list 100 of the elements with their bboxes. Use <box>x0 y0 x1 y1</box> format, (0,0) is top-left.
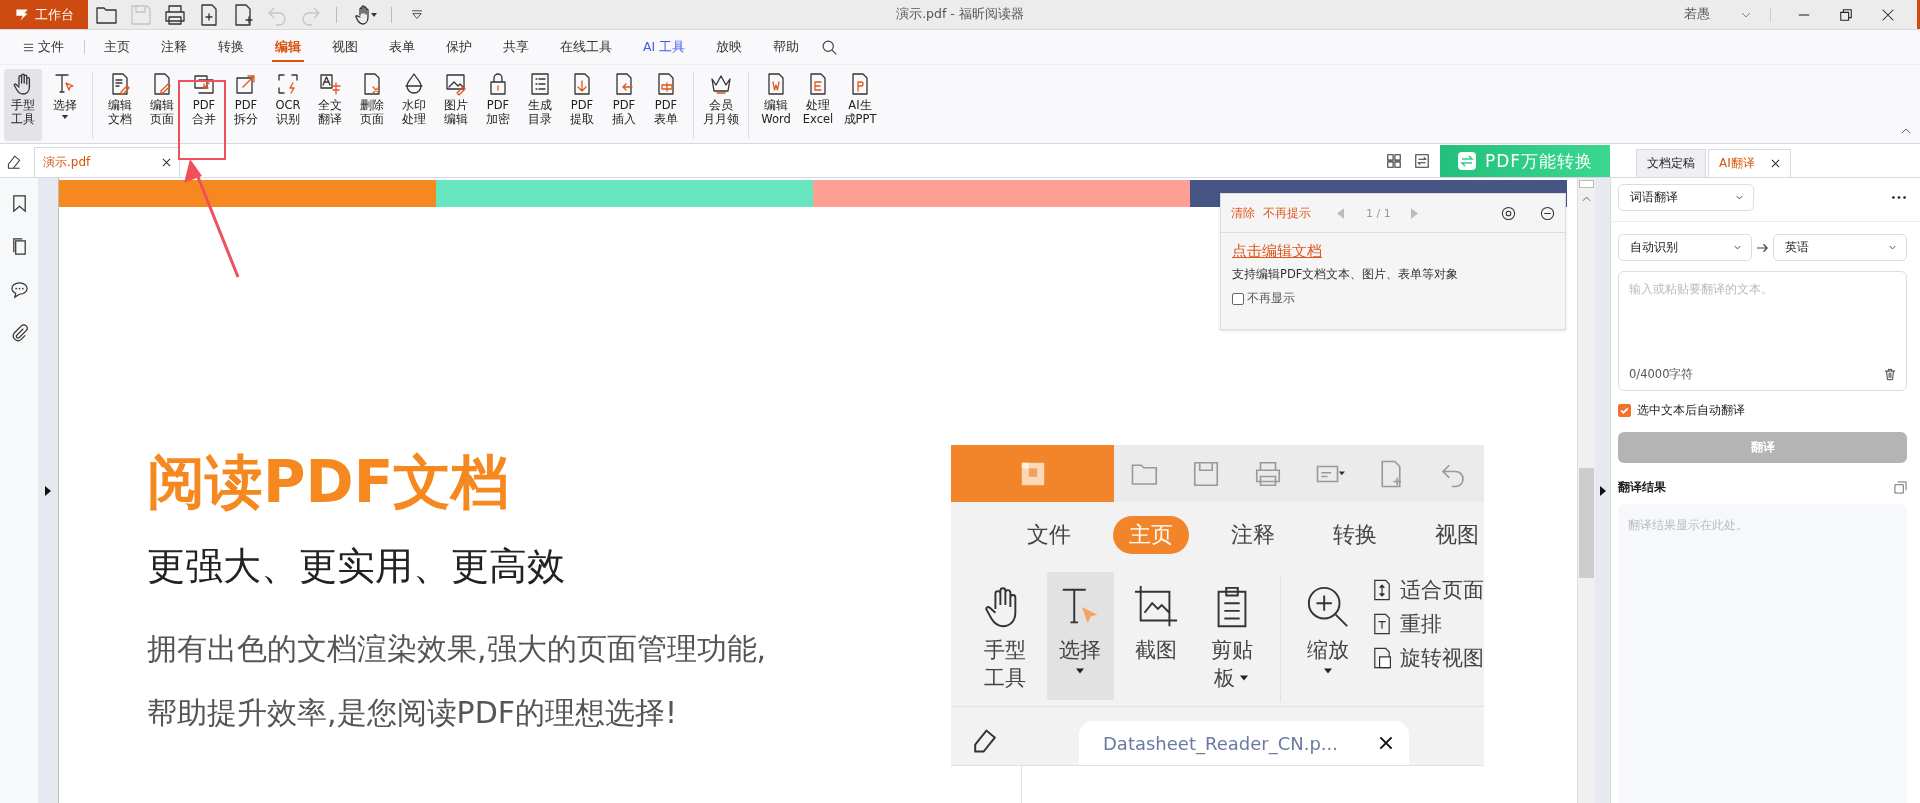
popup-description: 支持编辑PDF文档文本、图片、表单等对象 <box>1232 267 1460 282</box>
more-icon[interactable] <box>1891 195 1907 200</box>
swap-icon[interactable] <box>1414 153 1430 169</box>
ribbon-button[interactable]: PDF 加密 <box>479 69 517 141</box>
result-box: 翻译结果显示在此处。 <box>1618 504 1907 803</box>
tab-label: 转换 <box>1332 521 1378 549</box>
tab-label: 注释 <box>1230 521 1276 549</box>
image-edit-icon <box>444 72 468 96</box>
window-title: 演示.pdf - 福昕阅读器 <box>896 6 1024 23</box>
merge-icon <box>192 72 216 96</box>
tool-label: 手型 <box>983 637 1026 664</box>
menu-tab[interactable]: 转换 <box>207 30 255 64</box>
document-subheading: 更强大、更实用、更高效 <box>147 543 565 590</box>
document-paragraph: 拥有出色的文档渲染效果,强大的页面管理功能, 帮助提升效率,是您阅读PDF的理想选择! <box>147 630 767 732</box>
ribbon-button[interactable]: 编辑 Word <box>757 69 795 141</box>
convert-icon <box>1456 151 1477 171</box>
grid-icon[interactable] <box>1386 153 1402 169</box>
menu-tab[interactable]: 视图 <box>321 30 369 64</box>
tool-label: 剪贴 <box>1210 637 1253 664</box>
panel-tab[interactable]: 文档定稿 <box>1636 149 1706 177</box>
menu-tab[interactable]: 编辑 <box>264 30 312 64</box>
caret-icon <box>1323 668 1334 675</box>
menu-tab[interactable]: 共享 <box>492 30 540 64</box>
comment-icon[interactable] <box>9 280 29 299</box>
split-icon <box>234 72 258 96</box>
maximize-icon[interactable] <box>1839 7 1853 22</box>
menu-tab[interactable]: 在线工具 <box>549 30 623 64</box>
ribbon-button[interactable]: PDF 拆分 <box>227 69 265 141</box>
minimize-icon[interactable] <box>1540 205 1555 221</box>
text-input[interactable]: 输入或粘贴要翻译的文本。 <box>1629 282 1896 367</box>
panel-tab[interactable]: AI翻译 <box>1708 149 1791 177</box>
ribbon-button[interactable]: PDF 合并 <box>185 69 223 141</box>
ribbon-button[interactable]: 删除 页面 <box>353 69 391 141</box>
tab-label: 视图 <box>1434 521 1480 549</box>
workbench-button[interactable]: 工作台 <box>0 0 88 29</box>
close-icon[interactable] <box>1881 7 1895 22</box>
ribbon-button[interactable]: 水印 处理 <box>395 69 433 141</box>
caret-icon <box>1239 674 1250 682</box>
ribbon-button[interactable]: 编辑 页面 <box>143 69 181 141</box>
menu-tab[interactable]: 主页 <box>93 30 141 64</box>
edit-document-link[interactable]: 点击编辑文档 <box>1232 242 1322 260</box>
tab-label: 文件 <box>1026 521 1072 549</box>
vertical-scrollbar[interactable] <box>1577 178 1595 803</box>
ribbon-button[interactable]: 选择 <box>46 69 84 141</box>
ribbon-button[interactable]: 手型 工具 <box>4 69 42 141</box>
caret-icon <box>61 115 69 120</box>
tool-label: 工具 <box>983 665 1026 692</box>
ribbon-button[interactable]: 全文 翻译 <box>311 69 349 141</box>
result-title: 翻译结果 <box>1618 479 1666 496</box>
source-language-dropdown[interactable]: 自动识别 <box>1618 234 1752 261</box>
popup-action[interactable]: 清除 <box>1231 204 1255 222</box>
arrow-right-icon <box>1756 241 1769 254</box>
caret-icon <box>1075 668 1086 675</box>
close-icon[interactable] <box>162 158 171 167</box>
ribbon-button[interactable]: 生成 目录 <box>521 69 559 141</box>
translate-page-icon <box>318 72 342 96</box>
document-tab[interactable]: 演示.pdf <box>34 147 180 177</box>
ribbon-button[interactable]: PDF 表单 <box>647 69 685 141</box>
menu-tab[interactable]: 保护 <box>435 30 483 64</box>
ribbon-button[interactable]: AI生 成PPT <box>841 69 879 141</box>
menu-tab[interactable]: 放映 <box>705 30 754 64</box>
menu-tab[interactable]: 注释 <box>150 30 198 64</box>
settings-icon[interactable] <box>1501 205 1516 221</box>
close-icon <box>1379 736 1393 750</box>
ribbon-button[interactable]: PDF 提取 <box>563 69 601 141</box>
mode-dropdown[interactable]: 词语翻译 <box>1618 184 1754 211</box>
dont-show-checkbox[interactable]: 不再显示 <box>1232 290 1554 307</box>
expand-arrow-icon[interactable] <box>1599 485 1606 496</box>
checkmark-icon <box>1619 405 1630 416</box>
close-icon[interactable] <box>1770 159 1780 168</box>
document-heading: 阅读PDF文档 <box>147 447 510 517</box>
ribbon-button[interactable]: 会员 月月领 <box>702 69 740 141</box>
expand-arrow-icon[interactable] <box>45 485 51 496</box>
scrollbar-thumb[interactable] <box>1579 468 1594 578</box>
menu-tab[interactable]: AI 工具 <box>632 30 697 64</box>
ribbon-button[interactable]: 编辑 文档 <box>101 69 139 141</box>
tool-label: 截图 <box>1135 637 1178 664</box>
scroll-up-icon[interactable] <box>1582 196 1591 202</box>
menu-tab[interactable]: 表单 <box>378 30 426 64</box>
ribbon-button[interactable]: PDF 插入 <box>605 69 643 141</box>
list-icon <box>528 72 552 96</box>
source-text-field[interactable]: 输入或粘贴要翻译的文本。 0/4000字符 <box>1618 271 1907 391</box>
view-option-label: 适合页面 <box>1400 577 1484 604</box>
menu-tab[interactable]: 帮助 <box>762 30 811 64</box>
target-language-dropdown[interactable]: 英语 <box>1773 234 1907 261</box>
search-icon[interactable] <box>821 38 839 56</box>
trash-icon[interactable] <box>1884 368 1896 381</box>
ribbon-button[interactable]: OCR 识别 <box>269 69 307 141</box>
ribbon-button[interactable]: 图片 编辑 <box>437 69 475 141</box>
ribbon-button[interactable]: 处理 Excel <box>799 69 837 141</box>
file-menu[interactable]: 文件 <box>12 30 75 64</box>
popup-action[interactable]: 不再提示 <box>1263 204 1311 222</box>
tool-label: 板 <box>1214 664 1250 692</box>
menu-icon <box>23 41 34 53</box>
tool-label: 选择 <box>1059 637 1102 664</box>
user-name[interactable]: 若愚 <box>1684 6 1710 23</box>
copy-icon[interactable] <box>1894 481 1907 494</box>
eraser-icon[interactable] <box>6 153 22 169</box>
customize-icon[interactable] <box>410 7 424 22</box>
auto-translate-checkbox[interactable]: 选中文本后自动翻译 <box>1618 403 1907 418</box>
